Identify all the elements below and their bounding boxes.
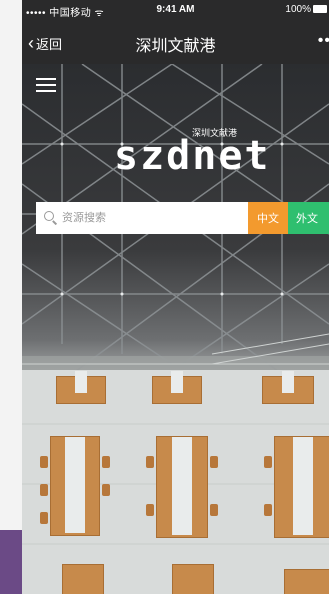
library-table [156,436,208,538]
logo-wordmark: szdnet [114,133,271,179]
page-title: 深圳文献港 [135,38,216,55]
chair [102,484,110,496]
status-time: 9:41 AM [156,4,195,15]
search-input[interactable] [36,202,248,234]
library-table [62,564,104,594]
chair [264,456,272,468]
library-table [262,371,314,404]
chair [210,504,218,516]
library-table [284,569,329,594]
phone-screen: ••••• 中国移动 ᯤ 9:41 AM 100% ‹ 返回 深圳文献港 •• [22,0,329,594]
chair [40,512,48,524]
purple-edge-decoration [0,530,22,594]
chair [210,456,218,468]
chair [102,456,110,468]
chair [40,456,48,468]
library-table [152,371,202,404]
battery-icon [313,5,327,13]
chair [40,484,48,496]
library-table [56,371,106,404]
chinese-search-button[interactable]: 中文 [248,202,288,234]
status-bar: ••••• 中国移动 ᯤ 9:41 AM 100% [22,0,329,20]
site-logo: 深圳文献港 szdnet [114,126,269,180]
navigation-bar: ‹ 返回 深圳文献港 •• [22,24,329,64]
library-table [50,436,100,536]
menu-icon[interactable] [36,78,56,94]
top-bar: ••••• 中国移动 ᯤ 9:41 AM 100% ‹ 返回 深圳文献港 •• [22,0,329,64]
chair [146,504,154,516]
hero-banner: 深圳文献港 szdnet 中文 外文 [22,64,329,594]
foreign-search-button[interactable]: 外文 [288,202,329,234]
search-icon [44,211,54,221]
more-options-button[interactable]: •• [318,32,329,50]
search-bar: 中文 外文 [36,202,329,234]
library-table [172,564,214,594]
chair [146,456,154,468]
library-table [274,436,329,538]
chair [264,504,272,516]
battery-percent: 100% [285,4,311,15]
